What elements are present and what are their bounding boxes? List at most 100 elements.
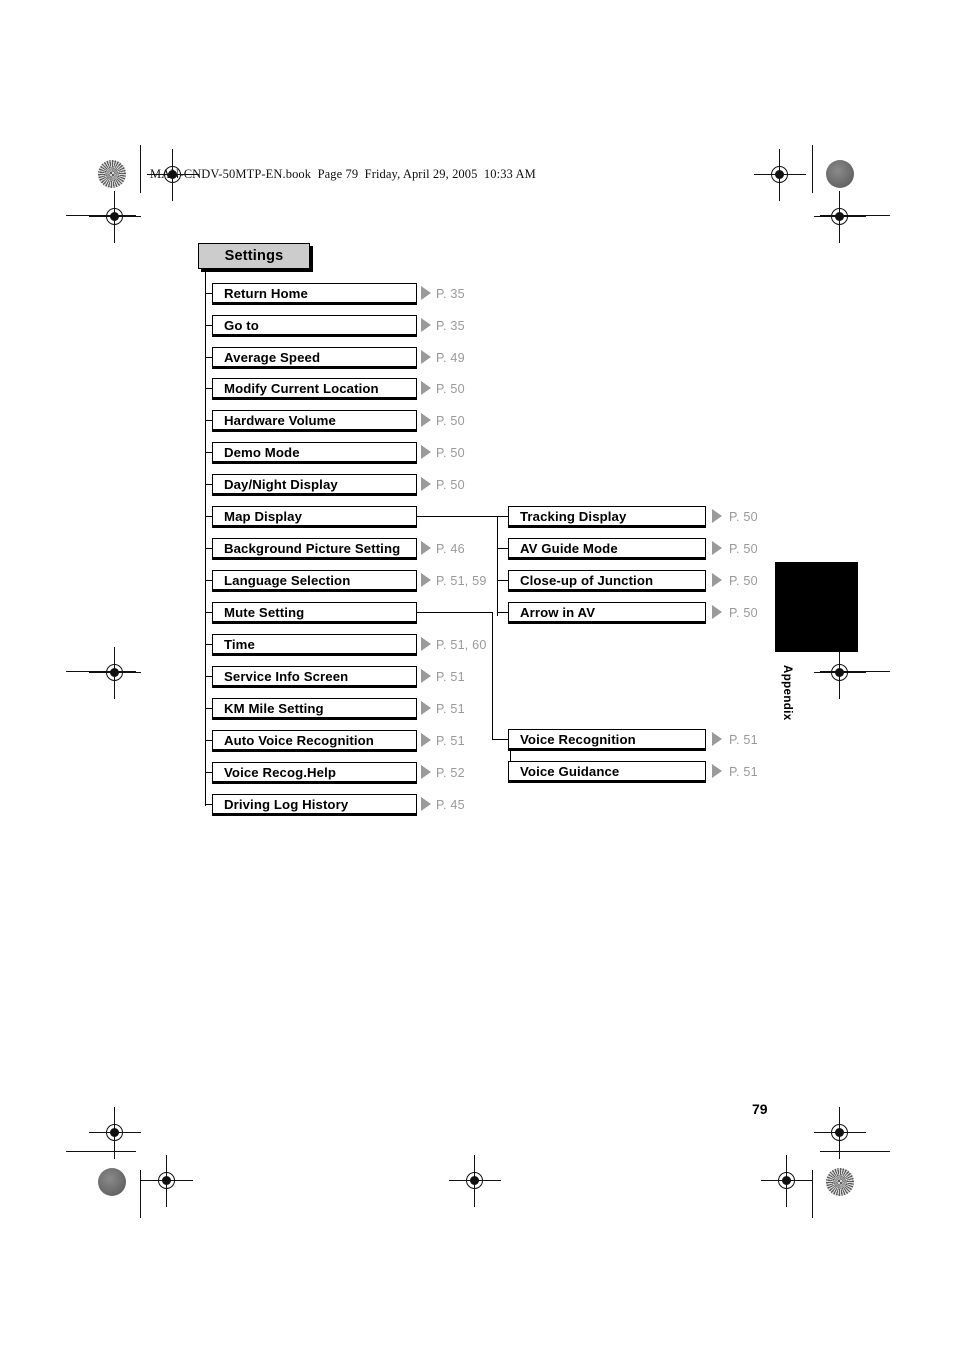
pageref-voice-recog-help: P. 52	[436, 766, 465, 780]
node-return-home[interactable]: Return Home	[212, 283, 417, 305]
pageref-driving-log-history: P. 45	[436, 798, 465, 812]
branch-map-display-out	[416, 516, 498, 518]
node-label: Auto Voice Recognition	[224, 732, 374, 748]
node-label: Mute Setting	[224, 604, 305, 620]
node-label: Voice Guidance	[520, 763, 620, 779]
chart-root-label: Settings	[224, 248, 284, 264]
node-label: Demo Mode	[224, 444, 300, 460]
pageref-return-home: P. 35	[436, 287, 465, 301]
branch-mute-setting-out	[416, 612, 493, 614]
stub-map-child-2	[497, 580, 508, 582]
node-label: Tracking Display	[520, 508, 627, 524]
node-background-picture-setting[interactable]: Background Picture Setting	[212, 538, 417, 560]
pageref-arrow-icon	[421, 286, 431, 300]
node-label: Language Selection	[224, 572, 351, 588]
pageref-arrow-in-av: P. 50	[729, 606, 758, 620]
pageref-arrow-icon	[421, 445, 431, 459]
pageref-modify-current-location: P. 50	[436, 382, 465, 396]
spine-left-main	[205, 269, 207, 806]
node-time[interactable]: Time	[212, 634, 417, 656]
stub-map-child-0	[497, 516, 508, 518]
node-label: Time	[224, 636, 255, 652]
pageref-arrow-icon	[712, 764, 722, 778]
node-mute-setting[interactable]: Mute Setting	[212, 602, 417, 624]
node-hardware-volume[interactable]: Hardware Volume	[212, 410, 417, 432]
appendix-tab-label: Appendix	[781, 665, 793, 721]
pageref-arrow-icon	[421, 637, 431, 651]
node-voice-recognition[interactable]: Voice Recognition	[508, 729, 706, 751]
pageref-arrow-icon	[421, 381, 431, 395]
pageref-hardware-volume: P. 50	[436, 414, 465, 428]
node-close-up-of-junction[interactable]: Close-up of Junction	[508, 570, 706, 592]
node-average-speed[interactable]: Average Speed	[212, 347, 417, 369]
node-km-mile-setting[interactable]: KM Mile Setting	[212, 698, 417, 720]
pageref-arrow-icon	[712, 732, 722, 746]
node-tracking-display[interactable]: Tracking Display	[508, 506, 706, 528]
node-voice-guidance[interactable]: Voice Guidance	[508, 761, 706, 783]
node-day-night-display[interactable]: Day/Night Display	[212, 474, 417, 496]
appendix-thumb-tab	[775, 562, 858, 652]
pageref-average-speed: P. 49	[436, 351, 465, 365]
pageref-arrow-icon	[421, 573, 431, 587]
node-map-display[interactable]: Map Display	[212, 506, 417, 528]
branch-mute-setting-drop	[492, 612, 494, 740]
node-label: Service Info Screen	[224, 668, 349, 684]
node-language-selection[interactable]: Language Selection	[212, 570, 417, 592]
pageref-arrow-icon	[421, 797, 431, 811]
node-label: Voice Recognition	[520, 731, 636, 747]
pageref-av-guide-mode: P. 50	[729, 542, 758, 556]
node-go-to[interactable]: Go to	[212, 315, 417, 337]
pageref-arrow-icon	[421, 413, 431, 427]
pageref-arrow-icon	[712, 573, 722, 587]
node-av-guide-mode[interactable]: AV Guide Mode	[508, 538, 706, 560]
node-label: Go to	[224, 317, 259, 333]
pageref-service-info-screen: P. 51	[436, 670, 465, 684]
pageref-time: P. 51, 60	[436, 638, 487, 652]
pageref-arrow-icon	[421, 733, 431, 747]
pageref-arrow-icon	[712, 509, 722, 523]
pageref-tracking-display: P. 50	[729, 510, 758, 524]
pageref-voice-recognition: P. 51	[729, 733, 758, 747]
node-label: Average Speed	[224, 349, 321, 365]
node-label: Voice Recog.Help	[224, 764, 337, 780]
trunk-map-display-children	[497, 516, 499, 616]
pageref-arrow-icon	[421, 541, 431, 555]
node-label: Modify Current Location	[224, 380, 379, 396]
pageref-arrow-icon	[712, 541, 722, 555]
pageref-arrow-icon	[421, 669, 431, 683]
pageref-arrow-icon	[421, 765, 431, 779]
node-driving-log-history[interactable]: Driving Log History	[212, 794, 417, 816]
chart-root-settings: Settings	[198, 243, 310, 269]
node-label: Return Home	[224, 285, 308, 301]
node-label: Arrow in AV	[520, 604, 596, 620]
stub-map-child-1	[497, 548, 508, 550]
node-demo-mode[interactable]: Demo Mode	[212, 442, 417, 464]
node-label: KM Mile Setting	[224, 700, 324, 716]
pageref-auto-voice-recognition: P. 51	[436, 734, 465, 748]
pageref-arrow-icon	[421, 318, 431, 332]
node-label: Hardware Volume	[224, 412, 336, 428]
node-label: Close-up of Junction	[520, 572, 654, 588]
pageref-go-to: P. 35	[436, 319, 465, 333]
node-auto-voice-recognition[interactable]: Auto Voice Recognition	[212, 730, 417, 752]
page-number: 79	[752, 1101, 768, 1117]
pageref-km-mile-setting: P. 51	[436, 702, 465, 716]
node-modify-current-location[interactable]: Modify Current Location	[212, 378, 417, 400]
node-voice-recog-help[interactable]: Voice Recog.Help	[212, 762, 417, 784]
node-label: AV Guide Mode	[520, 540, 618, 556]
pageref-voice-guidance: P. 51	[729, 765, 758, 779]
node-arrow-in-av[interactable]: Arrow in AV	[508, 602, 706, 624]
node-label: Driving Log History	[224, 796, 349, 812]
node-label: Day/Night Display	[224, 476, 338, 492]
pageref-close-up-of-junction: P. 50	[729, 574, 758, 588]
pageref-arrow-icon	[421, 701, 431, 715]
node-service-info-screen[interactable]: Service Info Screen	[212, 666, 417, 688]
node-label: Background Picture Setting	[224, 540, 401, 556]
pageref-arrow-icon	[421, 350, 431, 364]
pageref-demo-mode: P. 50	[436, 446, 465, 460]
node-label: Map Display	[224, 508, 303, 524]
pageref-background-picture-setting: P. 46	[436, 542, 465, 556]
settings-flow-chart: Settings Return Home P. 35 Go to P. 35 A…	[0, 0, 954, 1351]
pageref-day-night-display: P. 50	[436, 478, 465, 492]
pageref-arrow-icon	[421, 477, 431, 491]
